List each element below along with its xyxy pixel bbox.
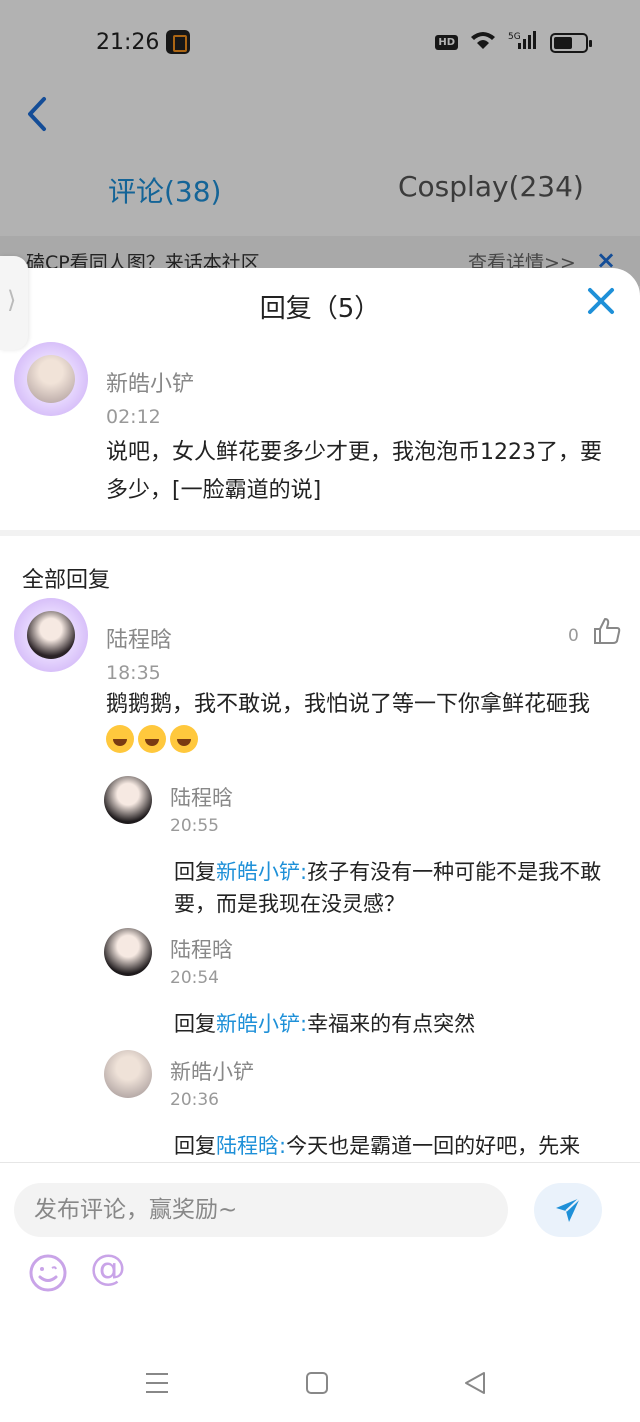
comment-text: 鹅鹅鹅，我不敢说，我怕说了等一下你拿鲜花砸我 [106,692,591,717]
menu-nav-button[interactable] [144,1370,170,1396]
reply-timestamp: 20:55 [170,816,219,836]
reply-body: 今天也是霸道一回的好吧，先来 [286,1134,581,1158]
reply-mention[interactable]: 陆程晗: [216,1134,286,1158]
comment-input-box[interactable] [14,1183,508,1237]
original-author-avatar[interactable] [14,342,88,416]
original-comment-text: 说吧，女人鲜花要多少才更，我泡泡币1223了，要多少，[一脸霸道的说] [106,440,602,503]
side-expand-tab[interactable]: ⟩ [0,256,28,350]
home-nav-button[interactable] [304,1370,330,1396]
system-nav-bar [0,1344,640,1422]
reply-timestamp: 20:36 [170,1090,219,1110]
reply-text: 回复新皓小铲:幸福来的有点突然 [174,1008,620,1040]
comment-author-name[interactable]: 陆程晗 [106,622,172,654]
like-count: 0 [568,626,579,646]
reply-mention[interactable]: 新皓小铲: [216,1012,307,1036]
comment-body: 鹅鹅鹅，我不敢说，我怕说了等一下你拿鲜花砸我 [106,686,616,762]
all-replies-heading: 全部回复 [22,568,111,593]
comment-input-area: @ [0,1162,640,1344]
thumbs-up-icon[interactable] [592,616,622,646]
send-button[interactable] [534,1183,602,1237]
chevron-right-icon: ⟩ [7,286,17,314]
reply-mention[interactable]: 新皓小铲: [216,860,307,884]
sheet-title: 回复（5） [259,294,381,324]
comment-input[interactable] [34,1191,494,1229]
laugh-emoji-icon [170,725,198,753]
reply-author-avatar[interactable] [104,776,152,824]
reply-text: 回复陆程晗:今天也是霸道一回的好吧，先来 [174,1130,620,1162]
close-button[interactable] [584,284,618,318]
close-icon [588,288,614,314]
reply-prefix: 回复 [174,1012,216,1036]
triangle-back-icon [465,1372,485,1394]
laugh-emoji-icon [138,725,166,753]
menu-icon [146,1373,168,1393]
reply-body: 幸福来的有点突然 [307,1012,476,1036]
reply-author-avatar[interactable] [104,1050,152,1098]
smiley-icon [29,1254,67,1292]
emoji-button[interactable] [28,1253,68,1293]
reply-timestamp: 20:54 [170,968,219,988]
reply-author-name[interactable]: 陆程晗 [170,934,233,964]
comment-author-avatar[interactable] [14,598,88,672]
reply-author-name[interactable]: 新皓小铲 [170,1056,254,1086]
comment-timestamp: 18:35 [106,662,161,684]
reply-author-name[interactable]: 陆程晗 [170,782,233,812]
section-divider [0,530,640,536]
original-timestamp: 02:12 [106,406,161,428]
reply-text: 回复新皓小铲:孩子有没有一种可能不是我不敢要，而是我现在没灵感？ [174,856,620,920]
send-icon [556,1197,581,1222]
avatar-photo [27,355,75,403]
reply-prefix: 回复 [174,1134,216,1158]
laugh-emoji-icon [106,725,134,753]
reply-prefix: 回复 [174,860,216,884]
mention-at-icon[interactable]: @ [86,1247,130,1291]
original-author-name[interactable]: 新皓小铲 [106,366,194,398]
avatar-photo [27,611,75,659]
reply-author-avatar[interactable] [104,928,152,976]
back-nav-button[interactable] [462,1370,488,1396]
home-square-icon [306,1372,328,1394]
